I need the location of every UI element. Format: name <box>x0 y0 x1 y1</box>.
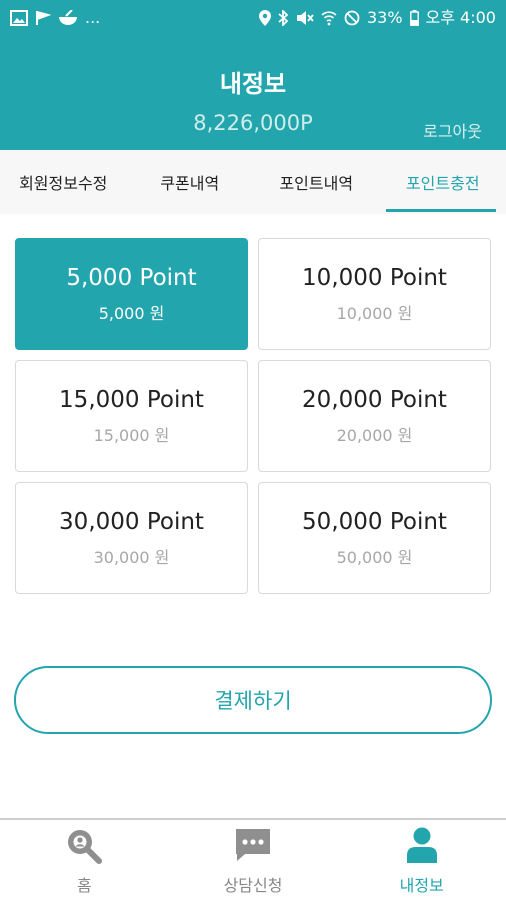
nav-item-consultation[interactable]: 상담신청 <box>169 820 338 900</box>
battery-percent: 33% <box>366 8 403 27</box>
location-icon <box>258 10 271 26</box>
bluetooth-icon <box>278 10 289 26</box>
point-amount: 20,000 Point <box>302 386 447 413</box>
profile-header: 내정보 8,226,000P 로그아웃 <box>0 36 506 150</box>
tab-point-charge[interactable]: 포인트충전 <box>380 150 506 214</box>
nav-item-my-info[interactable]: 내정보 <box>337 820 506 900</box>
nav-label-my-info: 내정보 <box>399 876 444 895</box>
point-price: 30,000 원 <box>93 547 170 567</box>
point-amount: 50,000 Point <box>302 508 447 535</box>
status-bar: ... 33% 오후 4:00 <box>0 0 506 36</box>
point-price: 15,000 원 <box>93 425 170 445</box>
point-option-grid: 5,000 Point 5,000 원 10,000 Point 10,000 … <box>15 238 491 594</box>
more-notifications-text: ... <box>85 8 101 27</box>
bottom-navigation: 홈 상담신청 내정보 <box>0 818 506 900</box>
logout-button[interactable]: 로그아웃 <box>423 118 482 142</box>
point-option-card[interactable]: 5,000 Point 5,000 원 <box>15 238 248 350</box>
point-option-card[interactable]: 50,000 Point 50,000 원 <box>258 482 491 594</box>
nav-label-consultation: 상담신청 <box>223 876 283 895</box>
nav-item-home[interactable]: 홈 <box>0 820 169 900</box>
point-option-card[interactable]: 10,000 Point 10,000 원 <box>258 238 491 350</box>
point-option-card[interactable]: 20,000 Point 20,000 원 <box>258 360 491 472</box>
bowl-icon <box>59 10 77 25</box>
profile-tabs: 회원정보수정 쿠폰내역 포인트내역 포인트충전 <box>0 150 506 214</box>
person-icon <box>406 827 437 863</box>
point-price: 5,000 원 <box>98 303 165 323</box>
point-option-card[interactable]: 15,000 Point 15,000 원 <box>15 360 248 472</box>
status-bar-left: ... <box>10 10 100 26</box>
point-price: 20,000 원 <box>336 425 413 445</box>
pay-button[interactable]: 결제하기 <box>14 666 492 734</box>
status-bar-right: 33% 오후 4:00 <box>258 8 496 27</box>
clock: 오후 4:00 <box>425 8 496 27</box>
point-amount: 10,000 Point <box>302 264 447 291</box>
point-amount: 15,000 Point <box>59 386 204 413</box>
point-amount: 30,000 Point <box>59 508 204 535</box>
search-icon <box>68 830 103 864</box>
point-amount: 5,000 Point <box>66 264 197 291</box>
mute-icon <box>296 11 314 25</box>
flag-icon <box>36 11 51 25</box>
point-price: 10,000 원 <box>336 303 413 323</box>
dnd-icon <box>344 10 360 26</box>
point-price: 50,000 원 <box>336 547 413 567</box>
nav-label-home: 홈 <box>76 876 92 895</box>
wifi-icon <box>321 11 337 26</box>
tab-coupon-history[interactable]: 쿠폰내역 <box>127 150 254 214</box>
tab-edit-member-info[interactable]: 회원정보수정 <box>0 150 127 214</box>
tab-point-history[interactable]: 포인트내역 <box>253 150 380 214</box>
point-option-card[interactable]: 30,000 Point 30,000 원 <box>15 482 248 594</box>
chat-icon <box>236 829 270 861</box>
battery-icon <box>409 10 419 26</box>
image-icon <box>10 10 28 26</box>
page-title: 내정보 <box>219 70 287 98</box>
